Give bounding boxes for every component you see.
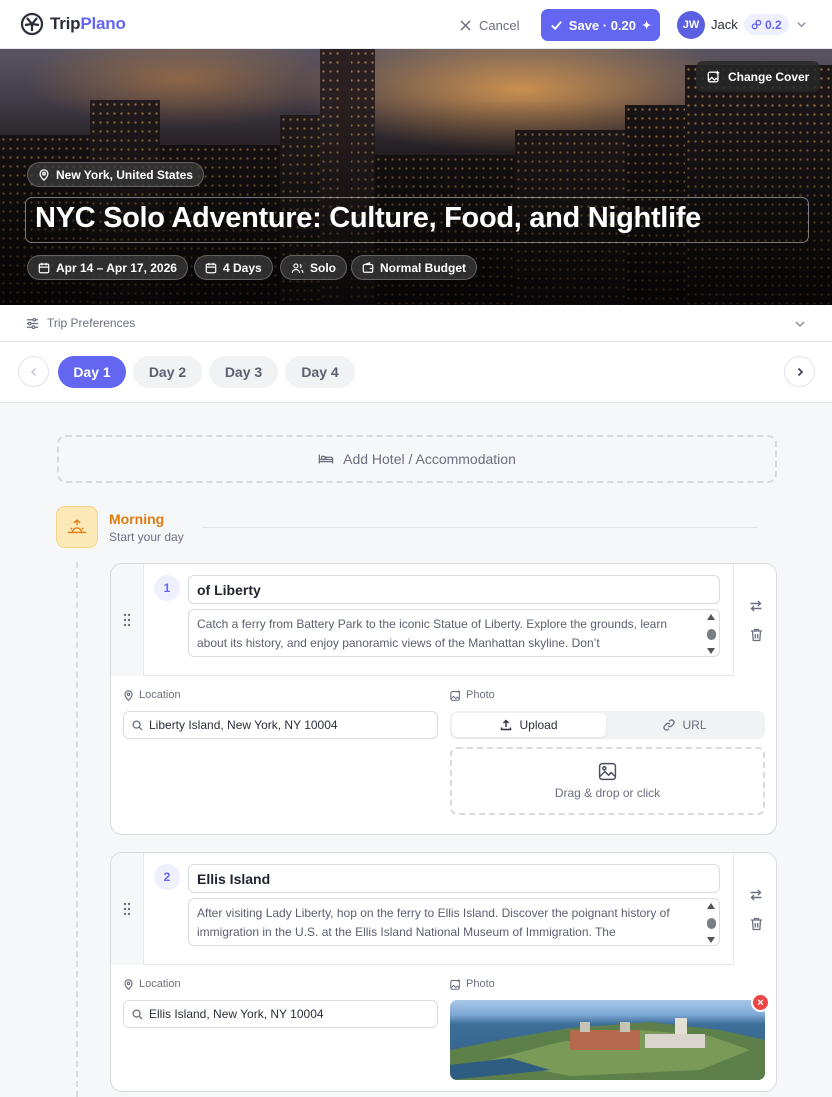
dates-chip[interactable]: Apr 14 – Apr 17, 2026 [27, 255, 188, 280]
app-name: TripPlano [50, 14, 126, 33]
wallet-icon [362, 261, 374, 273]
close-icon [460, 19, 471, 31]
activity-card: 1 of Liberty Catch a ferry from Battery … [110, 563, 777, 835]
sliders-icon [26, 317, 39, 329]
check-icon [550, 20, 562, 30]
trash-icon[interactable] [750, 917, 763, 931]
activity-description-input[interactable]: Catch a ferry from Battery Park to the i… [188, 609, 720, 657]
chevron-left-icon [30, 367, 36, 376]
map-pin-icon [124, 978, 133, 990]
trash-icon[interactable] [750, 628, 763, 642]
location-label: Location [123, 689, 181, 701]
chevron-down-icon[interactable] [796, 19, 807, 30]
link-icon [751, 19, 762, 30]
upload-tab[interactable]: Upload [452, 713, 606, 737]
activity-number: 1 [154, 575, 180, 601]
image-edit-icon [707, 70, 720, 82]
avatar[interactable]: JW [677, 11, 705, 39]
add-hotel-button[interactable]: Add Hotel / Accommodation [57, 435, 777, 483]
swap-icon[interactable] [749, 888, 763, 902]
activity-number: 2 [154, 864, 180, 890]
scrollbar[interactable] [706, 903, 716, 943]
search-icon [132, 1008, 143, 1020]
photo-dropzone[interactable]: Drag & drop or click [450, 747, 765, 815]
activity-name-input[interactable]: Ellis Island [188, 864, 720, 893]
tab-day-2[interactable]: Day 2 [133, 356, 202, 388]
image-icon [450, 689, 460, 701]
chevron-right-icon [797, 367, 803, 376]
sunrise-icon [56, 506, 98, 548]
sparkle-icon: ✦ [642, 19, 652, 32]
photo-source-toggle: Upload URL [450, 711, 765, 739]
morning-title: Morning [109, 511, 165, 527]
drag-handle[interactable] [111, 853, 144, 965]
timeline-line [76, 562, 78, 1097]
search-icon [132, 719, 143, 731]
activity-description-input[interactable]: After visiting Lady Liberty, hop on the … [188, 898, 720, 946]
activity-card: 2 Ellis Island After visiting Lady Liber… [110, 852, 777, 1092]
location-input[interactable]: Ellis Island, New York, NY 10004 [123, 1000, 438, 1028]
drag-handle[interactable] [111, 564, 144, 676]
user-name[interactable]: Jack [711, 17, 738, 32]
ellis-island-photo[interactable] [450, 1000, 765, 1080]
photo-label: Photo [450, 689, 495, 701]
scrollbar[interactable] [706, 614, 716, 654]
tab-day-3[interactable]: Day 3 [209, 356, 278, 388]
swap-icon[interactable] [749, 599, 763, 613]
link-icon [663, 719, 676, 731]
travelers-chip[interactable]: Solo [280, 255, 347, 280]
grip-icon [123, 613, 131, 627]
activity-name-input[interactable]: of Liberty [188, 575, 720, 604]
chevron-down-icon[interactable] [794, 318, 806, 330]
tab-day-1[interactable]: Day 1 [58, 356, 126, 388]
days-chip[interactable]: 4 Days [194, 255, 273, 280]
budget-chip[interactable]: Normal Budget [351, 255, 478, 280]
trip-preferences-toggle[interactable]: Trip Preferences [0, 305, 832, 342]
photo-label: Photo [450, 978, 495, 990]
credits-badge[interactable]: 0.2 [744, 14, 789, 35]
location-chip[interactable]: New York, United States [27, 162, 204, 187]
image-icon [450, 978, 460, 990]
cancel-button[interactable]: Cancel [460, 12, 519, 38]
bed-icon [318, 454, 334, 464]
change-cover-button[interactable]: Change Cover [696, 61, 821, 92]
calendar-icon [38, 262, 50, 273]
map-pin-icon [39, 168, 49, 181]
save-button[interactable]: Save · 0.20 ✦ [541, 9, 660, 41]
location-label: Location [123, 978, 181, 990]
trip-title-input[interactable]: NYC Solo Adventure: Culture, Food, and N… [25, 197, 809, 243]
image-icon [598, 762, 617, 781]
grip-icon [123, 902, 131, 916]
next-day-button[interactable] [784, 356, 815, 387]
tab-day-4[interactable]: Day 4 [285, 356, 355, 388]
logo-icon [20, 12, 44, 36]
map-pin-icon [124, 689, 133, 701]
divider [202, 527, 758, 528]
prev-day-button[interactable] [18, 356, 49, 387]
users-icon [291, 262, 304, 273]
location-input[interactable]: Liberty Island, New York, NY 10004 [123, 711, 438, 739]
morning-subtitle: Start your day [109, 530, 184, 544]
calendar-icon [205, 262, 217, 273]
app-logo[interactable]: TripPlano [20, 12, 126, 36]
upload-icon [501, 719, 512, 731]
url-tab[interactable]: URL [608, 713, 762, 737]
top-bar: TripPlano Cancel Save · 0.20 ✦ JW Jack 0… [0, 0, 832, 49]
remove-photo-button[interactable]: × [751, 993, 770, 1012]
